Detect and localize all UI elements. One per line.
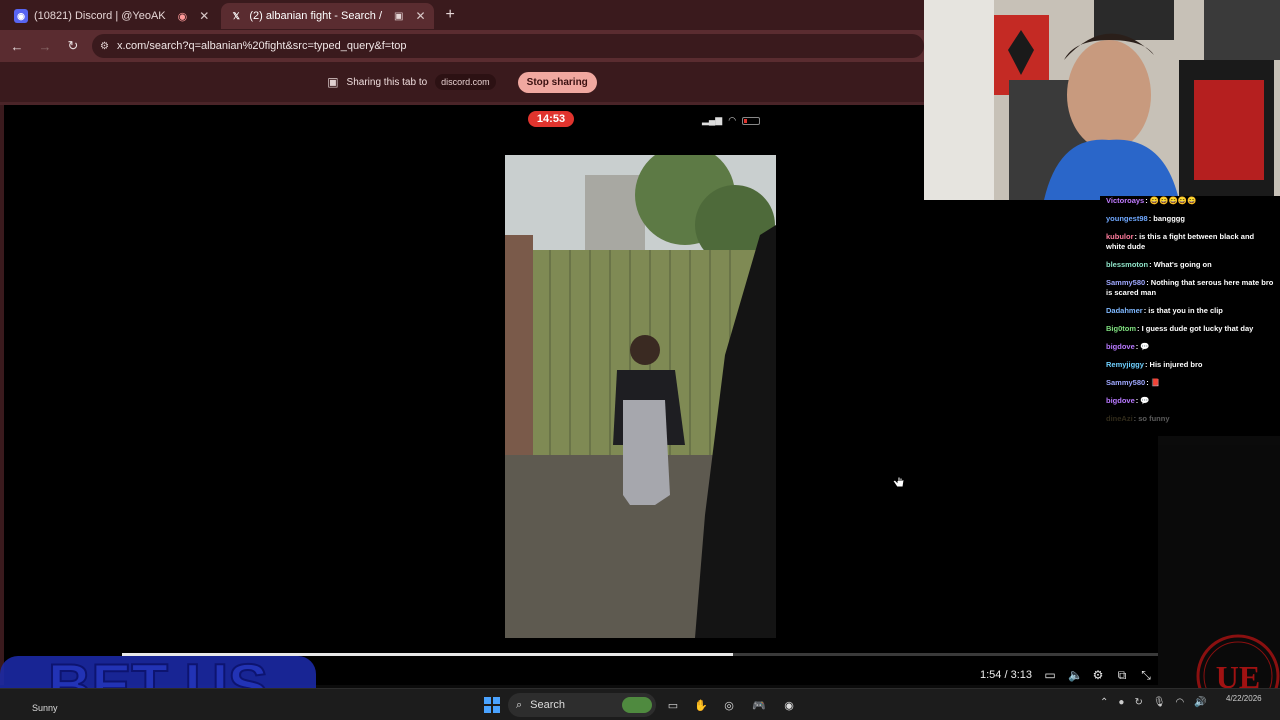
url-text: x.com/search?q=albanian%20fight&src=type… — [116, 40, 407, 52]
video-controls: 1:54 / 3:13 ▭ 🔈 ⚙ ⧉ ⤡ — [980, 666, 1152, 684]
taskbar: ⌕ Search ▭ ✋ ◎ 🎮 ◉ ⌃ ● ↻ 🎙 ◠ 🔊 — [0, 688, 1280, 720]
share-target: discord.com — [435, 74, 496, 90]
clock-date: 4/22/2026 — [1226, 694, 1262, 703]
page-left-margin — [0, 105, 122, 685]
chat-message: youngest98: bangggg — [1100, 214, 1280, 224]
phone-clock: 14:53 — [528, 111, 574, 127]
chevron-up-icon[interactable]: ⌃ — [1100, 697, 1108, 708]
tab-title: (2) albanian fight - Search / — [249, 10, 382, 22]
x-icon: 𝕏 — [232, 10, 240, 21]
stop-sharing-button[interactable]: Stop sharing — [517, 71, 597, 93]
chat-username[interactable]: kubulor — [1106, 232, 1134, 241]
chat-username[interactable]: youngest98 — [1106, 214, 1148, 223]
chat-text: is that you in the clip — [1148, 306, 1223, 315]
chat-text: 📕 — [1150, 378, 1161, 387]
chat-text: 💬 — [1140, 342, 1150, 351]
tab-discord[interactable]: ◉ (10821) Discord | @YeoAK ◉ ✕ — [6, 3, 217, 29]
volume-icon[interactable]: 🔈 — [1068, 668, 1083, 682]
video-time: 1:54 / 3:13 — [980, 669, 1032, 681]
chat-message: dineAzi: so funny — [1100, 414, 1280, 424]
chat-username[interactable]: Big0tom — [1106, 324, 1136, 333]
speaker-icon[interactable]: 🔊 — [1194, 697, 1206, 708]
chat-text: so funny — [1138, 414, 1170, 423]
tray-app-icon[interactable]: ● — [1118, 697, 1124, 708]
chat-text: His injured bro — [1149, 360, 1203, 369]
task-view-icon[interactable]: ▭ — [664, 695, 682, 715]
browser-window: ◉ (10821) Discord | @YeoAK ◉ ✕ 𝕏 (2) alb… — [0, 0, 924, 105]
weather-label: Sunny — [32, 703, 58, 713]
tab-search[interactable]: 𝕏 (2) albanian fight - Search / ▣ ✕ — [221, 3, 434, 29]
chat-username[interactable]: bigdove — [1106, 396, 1135, 405]
chat-username[interactable]: Sammy580 — [1106, 378, 1145, 387]
site-info-icon[interactable]: ⚙ — [100, 41, 109, 52]
tray-sync-icon[interactable]: ↻ — [1134, 697, 1142, 708]
hand-cursor-icon — [892, 472, 905, 488]
video-frame[interactable] — [505, 155, 776, 638]
chat-text: 😄😄😄😄😄 — [1149, 196, 1197, 205]
search-highlight-icon — [622, 697, 652, 713]
chat-message: bigdove: 💬 — [1100, 342, 1280, 352]
wifi-icon: ◠ — [728, 115, 737, 125]
forward-icon[interactable]: → — [36, 39, 54, 54]
chat-message: Sammy580: 📕 — [1100, 378, 1280, 388]
webcam-scene — [924, 0, 1280, 200]
start-icon[interactable] — [482, 695, 502, 715]
chat-text: I guess dude got lucky that day — [1141, 324, 1254, 333]
chat-message: bigdove: 💬 — [1100, 396, 1280, 406]
discord-icon: ◉ — [14, 9, 28, 23]
cast-icon: ▣ — [394, 10, 404, 22]
toolbar: ← → ↻ ⚙ x.com/search?q=albanian%20fight&… — [0, 30, 924, 62]
chat-username[interactable]: dineAzi — [1106, 414, 1133, 423]
chat-username[interactable]: Dadahmer — [1106, 306, 1143, 315]
back-icon[interactable]: ← — [8, 39, 26, 54]
video-scene — [505, 155, 776, 638]
chat-username[interactable]: Sammy580 — [1106, 278, 1145, 287]
chat-text: bangggg — [1153, 214, 1185, 223]
chrome-icon[interactable]: ◉ — [780, 695, 798, 715]
battery-icon — [742, 116, 761, 125]
chat-text: What's going on — [1153, 260, 1212, 269]
chat-message: Dadahmer: is that you in the clip — [1100, 306, 1280, 316]
chat-text: 💬 — [1140, 396, 1150, 405]
live-chat: Victoroays: 😄😄😄😄😄 youngest98: bangggg kubu… — [1100, 196, 1280, 436]
search-label: Search — [530, 699, 566, 711]
signal-icon: ▂▄▆ — [702, 115, 723, 125]
reload-icon[interactable]: ↻ — [64, 38, 82, 54]
close-icon[interactable]: ✕ — [415, 9, 425, 23]
chat-username[interactable]: Remyjiggy — [1106, 360, 1144, 369]
settings-icon[interactable]: ⚙ — [1092, 668, 1104, 682]
address-bar[interactable]: ⚙ x.com/search?q=albanian%20fight&src=ty… — [92, 34, 924, 58]
app-icon-1[interactable]: ✋ — [692, 695, 710, 715]
captions-icon[interactable]: ▭ — [1044, 668, 1056, 682]
fullscreen-icon[interactable]: ⤡ — [1140, 668, 1152, 683]
tab-share-bar: ▣ Sharing this tab to discord.com Stop s… — [0, 62, 924, 105]
chat-username[interactable]: blessmoton — [1106, 260, 1148, 269]
phone-status-icons: ▂▄▆ ◠ — [702, 115, 761, 126]
screen-share-icon: ▣ — [327, 75, 339, 89]
chat-username[interactable]: Victoroays — [1106, 196, 1144, 205]
taskbar-clock[interactable]: 4/22/2026 — [1226, 694, 1262, 704]
close-icon[interactable]: ✕ — [199, 9, 209, 23]
microphone-icon[interactable]: 🎙 — [1153, 697, 1166, 708]
system-tray: ⌃ ● ↻ 🎙 ◠ 🔊 — [1100, 697, 1207, 708]
chat-message: Victoroays: 😄😄😄😄😄 — [1100, 196, 1280, 206]
wifi-tray-icon[interactable]: ◠ — [1176, 697, 1185, 708]
recording-icon: ◉ — [177, 10, 188, 23]
chat-message: Big0tom: I guess dude got lucky that day — [1100, 324, 1280, 334]
new-tab-button[interactable]: + — [438, 6, 463, 24]
discord-taskbar-icon[interactable]: 🎮 — [750, 695, 768, 715]
taskbar-search[interactable]: ⌕ Search — [508, 693, 656, 717]
app-icon-2[interactable]: ◎ — [720, 695, 738, 715]
chat-message: blessmoton: What's going on — [1100, 260, 1280, 270]
tab-bar: ◉ (10821) Discord | @YeoAK ◉ ✕ 𝕏 (2) alb… — [0, 0, 924, 30]
chat-message: Sammy580: Nothing that serous here mate … — [1100, 278, 1280, 298]
popout-icon[interactable]: ⧉ — [1116, 668, 1128, 683]
chat-username[interactable]: bigdove — [1106, 342, 1135, 351]
share-text: Sharing this tab to — [346, 76, 428, 88]
webcam-overlay — [924, 0, 1280, 200]
chat-message: Remyjiggy: His injured bro — [1100, 360, 1280, 370]
chat-message: kubulor: is this a fight between black a… — [1100, 232, 1280, 252]
tab-title: (10821) Discord | @YeoAK — [34, 10, 166, 22]
search-icon: ⌕ — [516, 698, 523, 711]
